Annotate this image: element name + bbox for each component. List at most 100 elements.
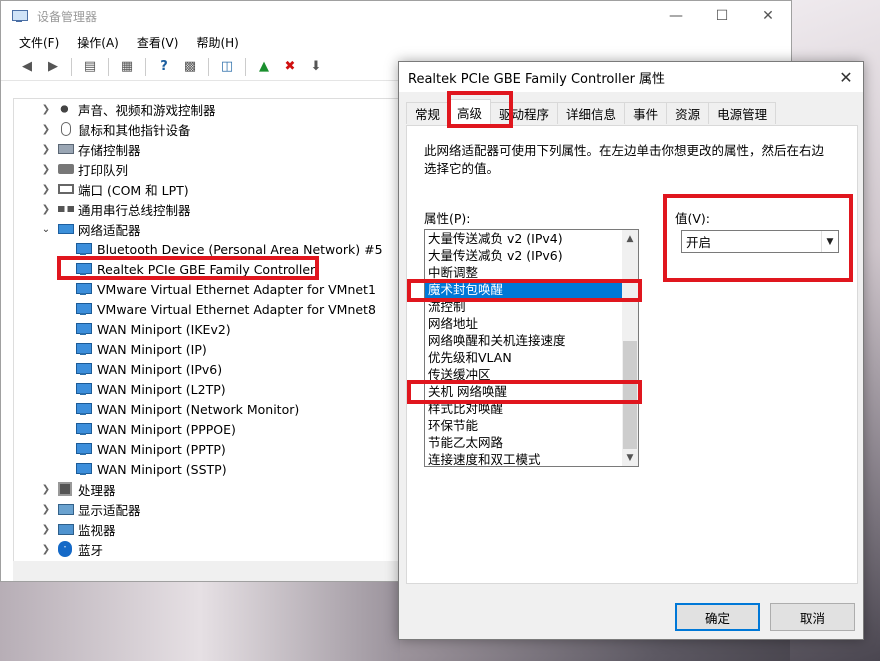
tree-device[interactable]: WAN Miniport (IPv6) [14, 359, 401, 379]
chevron-right-icon[interactable]: ❯ [40, 204, 52, 215]
chevron-right-icon[interactable]: ❯ [40, 544, 52, 555]
property-item[interactable]: 传送缓冲区 [425, 366, 622, 383]
tree-category[interactable]: ❯ 打印队列 [14, 159, 401, 179]
network-adapter-icon [76, 443, 92, 455]
tab-events[interactable]: 事件 [624, 102, 668, 124]
menu-help[interactable]: 帮助(H) [196, 34, 238, 51]
action-pane-icon[interactable]: ▩ [180, 57, 200, 77]
tree-category[interactable]: ❯ 端口 (COM 和 LPT) [14, 179, 401, 199]
tree-category-label: 处理器 [78, 482, 116, 498]
cancel-button[interactable]: 取消 [770, 603, 855, 631]
desktop-background-lower [0, 580, 400, 661]
tree-device[interactable]: VMware Virtual Ethernet Adapter for VMne… [14, 299, 401, 319]
show-hide-tree-icon[interactable]: ▤ [80, 57, 100, 77]
tree-device-label: WAN Miniport (IKEv2) [97, 321, 231, 337]
network-adapter-icon [76, 323, 92, 335]
tab-driver[interactable]: 驱动程序 [490, 102, 559, 124]
property-item[interactable]: 连接速度和双工模式 [425, 451, 622, 466]
property-item[interactable]: 大量传送减负 v2 (IPv6) [425, 247, 622, 264]
properties-icon[interactable]: ▦ [117, 57, 137, 77]
chevron-right-icon[interactable]: ❯ [40, 124, 52, 135]
chevron-down-icon[interactable]: ▼ [821, 231, 838, 252]
tree-category[interactable]: ❯ 监视器 [14, 519, 401, 539]
tree-category-label: 通用串行总线控制器 [78, 202, 191, 218]
minimize-button[interactable]: — [653, 1, 699, 31]
tree-category[interactable]: ❯ 显示适配器 [14, 499, 401, 519]
property-item[interactable]: 关机 网络唤醒 [425, 383, 622, 400]
maximize-button[interactable]: ☐ [699, 1, 745, 31]
device-manager-app-icon [11, 9, 29, 23]
tree-device[interactable]: WAN Miniport (PPPOE) [14, 419, 401, 439]
chevron-right-icon[interactable]: ❯ [40, 184, 52, 195]
property-item[interactable]: 节能乙太网路 [425, 434, 622, 451]
help-icon[interactable]: ? [154, 57, 174, 77]
tab-general[interactable]: 常规 [406, 102, 450, 124]
tree-device[interactable]: Bluetooth Device (Personal Area Network)… [14, 239, 401, 259]
property-item[interactable]: 优先级和VLAN [425, 349, 622, 366]
toolbar-separator [108, 57, 109, 76]
dialog-close-icon[interactable]: ✕ [829, 62, 863, 92]
menu-view[interactable]: 查看(V) [137, 34, 179, 51]
tab-details[interactable]: 详细信息 [557, 102, 626, 124]
tab-resources[interactable]: 资源 [666, 102, 710, 124]
toolbar-separator [208, 57, 209, 76]
menu-file[interactable]: 文件(F) [19, 34, 59, 51]
tree-device-label: WAN Miniport (PPTP) [97, 441, 226, 457]
chevron-right-icon[interactable]: ❯ [40, 504, 52, 515]
tree-device-label: Realtek PCIe GBE Family Controller [97, 261, 316, 277]
scroll-down-icon[interactable]: ▼ [622, 449, 638, 466]
tree-device[interactable]: WAN Miniport (SSTP) [14, 459, 401, 479]
tree-category-network[interactable]: ⌄ 网络适配器 [14, 219, 401, 239]
scroll-up-icon[interactable]: ▲ [622, 230, 638, 247]
value-dropdown[interactable]: 开启 ▼ [681, 230, 839, 253]
scan-hardware-icon[interactable]: ◫ [217, 57, 237, 77]
tree-device-realtek[interactable]: Realtek PCIe GBE Family Controller [14, 259, 401, 279]
device-manager-titlebar: 设备管理器 — ☐ ✕ [1, 1, 791, 31]
usb-icon [58, 206, 74, 212]
property-item[interactable]: 环保节能 [425, 417, 622, 434]
tree-category[interactable]: ❯ 存储控制器 [14, 139, 401, 159]
uninstall-icon[interactable]: ✖ [280, 57, 300, 77]
ok-button[interactable]: 确定 [675, 603, 760, 631]
chevron-right-icon[interactable]: ❯ [40, 164, 52, 175]
tree-device[interactable]: WAN Miniport (IP) [14, 339, 401, 359]
forward-arrow-icon[interactable]: ▶ [43, 57, 63, 77]
tree-device[interactable]: WAN Miniport (PPTP) [14, 439, 401, 459]
update-driver-icon[interactable]: ▲ [254, 57, 274, 77]
back-arrow-icon[interactable]: ◀ [17, 57, 37, 77]
tree-category[interactable]: ❯ 处理器 [14, 479, 401, 499]
chevron-right-icon[interactable]: ❯ [40, 144, 52, 155]
listbox-scrollbar[interactable]: ▲ ▼ [622, 230, 638, 466]
tab-advanced[interactable]: 高级 [448, 99, 492, 124]
property-item[interactable]: 大量传送减负 v2 (IPv4) [425, 230, 622, 247]
scroll-thumb[interactable] [623, 341, 637, 449]
chevron-right-icon[interactable]: ❯ [40, 524, 52, 535]
property-item[interactable]: 中断调整 [425, 264, 622, 281]
tree-device[interactable]: WAN Miniport (IKEv2) [14, 319, 401, 339]
chevron-down-icon[interactable]: ⌄ [40, 224, 52, 235]
menu-action[interactable]: 操作(A) [77, 34, 119, 51]
property-listbox[interactable]: 大量传送减负 v2 (IPv4) 大量传送减负 v2 (IPv6) 中断调整 魔… [424, 229, 639, 467]
property-item[interactable]: 样式比对唤醒 [425, 400, 622, 417]
tree-device[interactable]: WAN Miniport (Network Monitor) [14, 399, 401, 419]
tree-device-label: WAN Miniport (SSTP) [97, 461, 227, 477]
tree-category[interactable]: ❯ ᛫ 蓝牙 [14, 539, 401, 559]
tree-category[interactable]: ❯ 通用串行总线控制器 [14, 199, 401, 219]
advanced-description: 此网络适配器可使用下列属性。在左边单击你想更改的属性，然后在右边选择它的值。 [424, 143, 825, 176]
tree-device[interactable]: VMware Virtual Ethernet Adapter for VMne… [14, 279, 401, 299]
horizontal-scrollbar[interactable] [13, 561, 401, 581]
tree-category[interactable]: ❯ 声音、视频和游戏控制器 [14, 99, 401, 119]
port-icon [58, 184, 74, 194]
tree-category[interactable]: ❯ 鼠标和其他指针设备 [14, 119, 401, 139]
property-item[interactable]: 网络地址 [425, 315, 622, 332]
chevron-right-icon[interactable]: ❯ [40, 484, 52, 495]
tree-device[interactable]: WAN Miniport (L2TP) [14, 379, 401, 399]
property-item-selected[interactable]: 魔术封包唤醒 [425, 281, 622, 298]
tab-power-management[interactable]: 电源管理 [708, 102, 777, 124]
property-item[interactable]: 网络唤醒和关机连接速度 [425, 332, 622, 349]
download-icon[interactable]: ⬇ [306, 57, 326, 77]
property-item[interactable]: 流控制 [425, 298, 622, 315]
chevron-right-icon[interactable]: ❯ [40, 104, 52, 115]
tree-category-label: 打印队列 [78, 162, 129, 178]
close-button[interactable]: ✕ [745, 1, 791, 31]
